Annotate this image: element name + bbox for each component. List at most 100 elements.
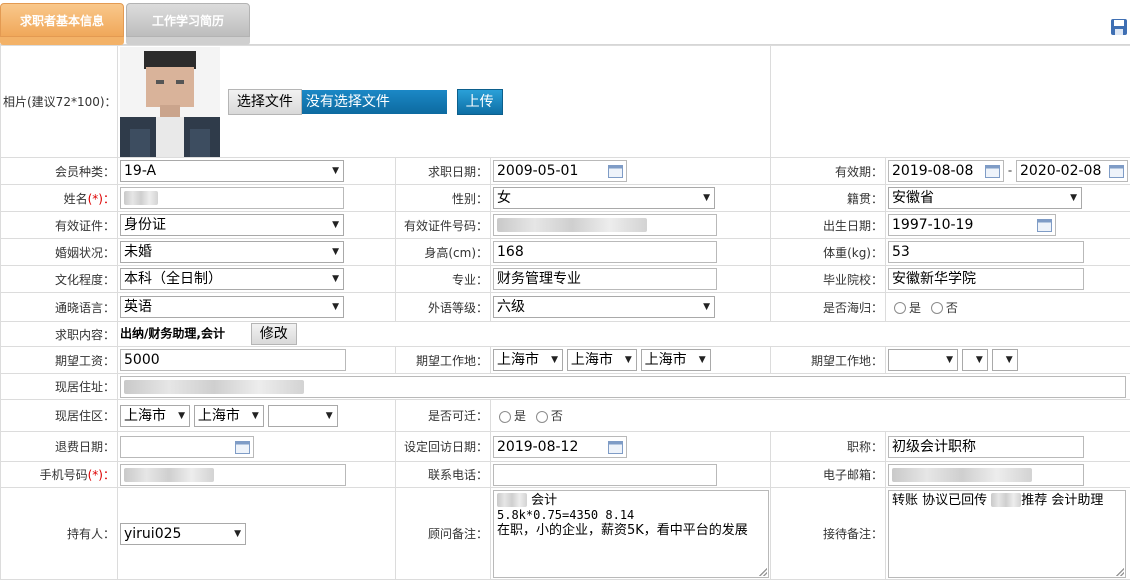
calendar-icon[interactable] <box>1037 218 1052 232</box>
school-label: 毕业院校： <box>770 265 886 293</box>
native-select[interactable]: 安徽省 <box>888 187 1082 209</box>
id-number-label: 有效证件号码： <box>395 211 491 239</box>
height-label: 身高(cm)： <box>395 238 491 266</box>
tab-history-underline <box>126 37 250 45</box>
email-label: 电子邮箱： <box>770 461 886 488</box>
valid-from-input[interactable]: 2019-08-08 <box>888 160 1004 182</box>
job-content-label: 求职内容： <box>0 321 118 347</box>
height-input[interactable]: 168 <box>493 241 717 263</box>
overseas-label: 是否海归： <box>770 292 886 322</box>
save-icon[interactable] <box>1110 18 1128 36</box>
area-select-1[interactable]: 上海市 <box>120 404 190 427</box>
tab-basic-underline <box>0 37 124 45</box>
revisit-date-label: 设定回访日期： <box>395 431 491 462</box>
area-label: 现居住区： <box>0 399 118 432</box>
relocate-label: 是否可迁： <box>395 399 491 432</box>
modify-button[interactable]: 修改 <box>250 323 297 345</box>
name-input[interactable] <box>120 187 344 209</box>
work-place-2-label: 期望工作地： <box>770 346 886 374</box>
refund-date-label: 退费日期： <box>0 431 118 462</box>
overseas-radio-group: 是 否 <box>885 292 1130 322</box>
relocate-no-radio[interactable] <box>535 410 548 423</box>
tab-basic-info[interactable]: 求职者基本信息 <box>0 3 124 37</box>
mobile-label: 手机号码(*)： <box>0 461 118 488</box>
school-input[interactable]: 安徽新华学院 <box>888 268 1084 290</box>
id-number-input[interactable] <box>493 214 717 236</box>
resize-grip-icon[interactable] <box>1116 567 1124 576</box>
photo-label: 相片(建议72*100)： <box>0 45 118 158</box>
area-select-3[interactable] <box>267 404 338 427</box>
apply-date-input[interactable]: 2009-05-01 <box>493 160 627 182</box>
applicant-form: 相片(建议72*100)： 选择文件 没有选择文件 上传 会员种类： 19-A … <box>0 45 1130 580</box>
revisit-date-input[interactable]: 2019-08-12 <box>493 435 627 458</box>
weight-label: 体重(kg)： <box>770 238 886 266</box>
phone-label: 联系电话： <box>395 461 491 488</box>
area-select-2[interactable]: 上海市 <box>193 404 264 427</box>
valid-period-label: 有效期： <box>770 157 886 185</box>
mobile-input[interactable] <box>120 463 346 486</box>
work-city-select-1[interactable]: 上海市 <box>493 349 563 371</box>
work-city-select-2[interactable]: 上海市 <box>566 349 637 371</box>
consultant-note-textarea[interactable]: 会计 5.8k*0.75=4350 8.14 在职，小的企业，薪资5K，看中平台… <box>493 489 769 578</box>
valid-to-input[interactable]: 2020-02-08 <box>1016 160 1128 182</box>
reception-note-label: 接待备注： <box>770 487 886 580</box>
gender-label: 性别： <box>395 184 491 212</box>
work-place-2-select-2[interactable] <box>961 349 988 371</box>
birth-date-label: 出生日期： <box>770 211 886 239</box>
calendar-icon[interactable] <box>985 164 1000 178</box>
title-input[interactable]: 初级会计职称 <box>888 435 1084 458</box>
applicant-photo <box>120 46 220 157</box>
upload-button[interactable]: 上传 <box>456 88 503 115</box>
language-select[interactable]: 英语 <box>120 296 344 318</box>
period-separator: - <box>1007 163 1013 178</box>
id-type-label: 有效证件： <box>0 211 118 239</box>
resize-grip-icon[interactable] <box>759 567 767 576</box>
work-city-select-3[interactable]: 上海市 <box>640 349 711 371</box>
address-label: 现居住址： <box>0 373 118 400</box>
salary-label: 期望工资： <box>0 346 118 374</box>
apply-date-label: 求职日期： <box>395 157 491 185</box>
calendar-icon[interactable] <box>608 440 623 454</box>
member-type-label: 会员种类： <box>0 157 118 185</box>
refund-date-input[interactable] <box>120 435 254 458</box>
id-type-select[interactable]: 身份证 <box>120 214 344 236</box>
salary-input[interactable]: 5000 <box>120 349 346 371</box>
weight-input[interactable]: 53 <box>888 241 1084 263</box>
phone-input[interactable] <box>493 463 717 486</box>
file-name-display: 没有选择文件 <box>301 89 447 114</box>
calendar-icon[interactable] <box>235 440 250 454</box>
birth-date-input[interactable]: 1997-10-19 <box>888 214 1056 236</box>
calendar-icon[interactable] <box>1109 164 1124 178</box>
name-label: 姓名(*)： <box>0 184 118 212</box>
work-place-2-select-1[interactable] <box>888 349 958 371</box>
major-input[interactable]: 财务管理专业 <box>493 268 717 290</box>
overseas-yes-radio[interactable] <box>894 302 906 314</box>
education-select[interactable]: 本科（全日制） <box>120 268 344 290</box>
marital-select[interactable]: 未婚 <box>120 241 344 263</box>
education-label: 文化程度： <box>0 265 118 293</box>
tab-work-history[interactable]: 工作学习简历 <box>126 3 250 37</box>
native-label: 籍贯： <box>770 184 886 212</box>
language-label: 通晓语言： <box>0 292 118 322</box>
holder-select[interactable]: yirui025 <box>120 522 246 545</box>
gender-select[interactable]: 女 <box>493 187 715 209</box>
work-place-2-select-3[interactable] <box>991 349 1018 371</box>
tab-bar: 求职者基本信息 工作学习简历 <box>0 0 1130 45</box>
member-type-select[interactable]: 19-A <box>120 160 344 182</box>
overseas-no-radio[interactable] <box>930 302 943 314</box>
reception-note-textarea[interactable]: 转账 协议已回传 推荐 会计助理 <box>888 489 1126 578</box>
photo-empty-cell <box>770 45 1130 158</box>
relocate-yes-radio[interactable] <box>499 410 511 423</box>
major-label: 专业： <box>395 265 491 293</box>
email-input[interactable] <box>888 463 1084 486</box>
choose-file-button[interactable]: 选择文件 <box>227 88 302 115</box>
consultant-note-label: 顾问备注： <box>395 487 491 580</box>
lang-level-select[interactable]: 六级 <box>493 296 715 318</box>
lang-level-label: 外语等级： <box>395 292 491 322</box>
address-input[interactable] <box>120 375 1126 398</box>
calendar-icon[interactable] <box>608 164 623 178</box>
title-label: 职称： <box>770 431 886 462</box>
holder-label: 持有人： <box>0 487 118 580</box>
marital-label: 婚姻状况： <box>0 238 118 266</box>
job-content-value: 出纳/财务助理,会计 <box>120 326 225 341</box>
